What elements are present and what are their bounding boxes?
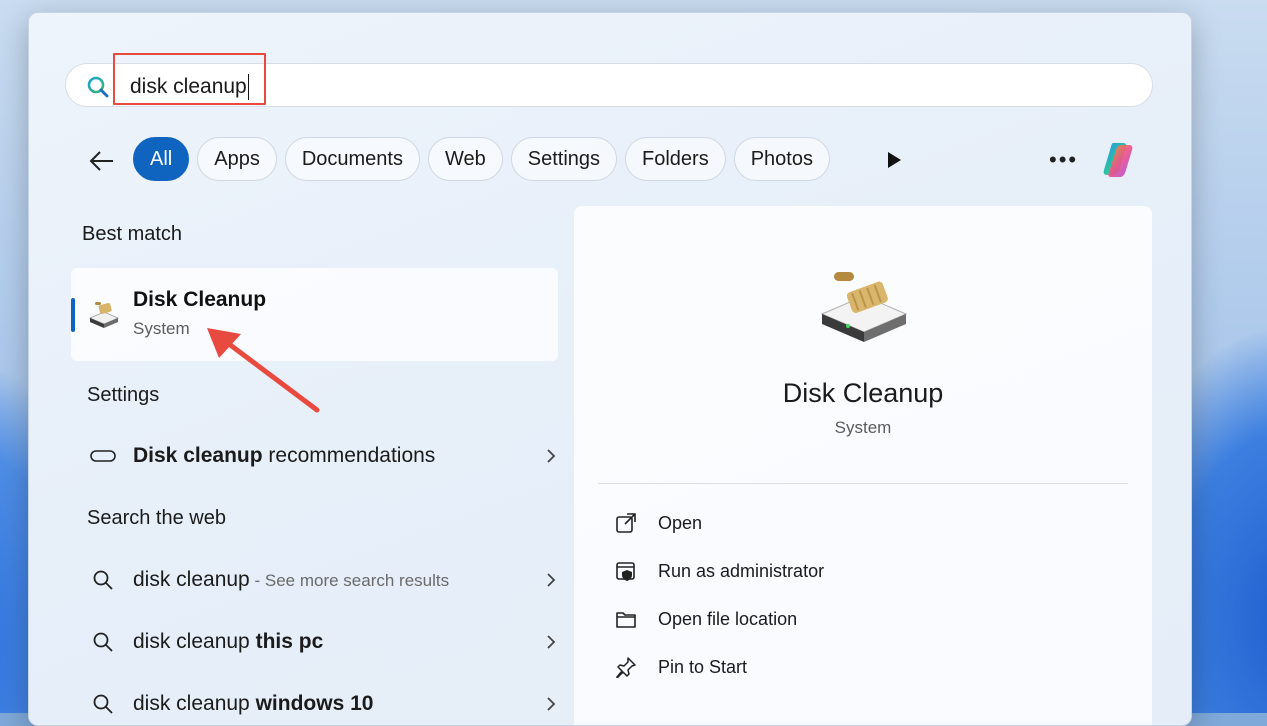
best-match-heading: Best match [82,223,183,245]
scroll-right-icon[interactable] [884,149,904,171]
chevron-right-icon [547,697,556,711]
action-label: Run as administrator [658,560,825,581]
search-panel: disk cleanup All Apps Documents Web Sett… [28,12,1192,726]
shield-window-icon [614,559,638,583]
web-result-label: disk cleanup this pc [133,630,324,653]
chip-folders[interactable]: Folders [625,137,726,181]
highlight-box-annotation [113,53,266,105]
chip-documents[interactable]: Documents [284,137,420,181]
storage-drive-icon [89,442,117,470]
chip-settings[interactable]: Settings [510,137,618,181]
chevron-right-icon [547,635,556,649]
action-label: Open file location [658,608,798,629]
search-web-heading: Search the web [87,507,226,529]
folder-icon [614,607,638,631]
web-result-item[interactable]: disk cleanup - See more search results [89,560,559,600]
more-options-icon[interactable]: ••• [1049,147,1078,173]
web-result-item[interactable]: disk cleanup this pc [89,622,559,662]
preview-title: Disk Cleanup [782,378,944,408]
settings-item-label: Disk cleanup recommendations [133,444,436,467]
back-arrow-icon[interactable] [87,146,117,176]
preview-subtitle: System [834,418,892,437]
web-result-label: disk cleanup - See more search results [133,568,450,591]
preview-pane: Disk Cleanup System Open Run as administ… [574,206,1152,725]
settings-heading: Settings [87,384,160,406]
red-arrow-annotation [207,328,320,413]
search-icon [87,76,109,98]
chip-web[interactable]: Web [427,137,503,181]
web-result-item[interactable]: disk cleanup windows 10 [89,684,559,724]
search-icon [89,628,117,656]
filter-chips: All Apps Documents Web Settings Folders … [133,137,830,183]
action-pin-to-start[interactable]: Pin to Start [614,651,747,683]
search-icon [89,690,117,718]
selection-indicator [71,298,75,332]
chip-photos[interactable]: Photos [733,137,830,181]
web-result-label: disk cleanup windows 10 [133,692,374,715]
chip-all[interactable]: All [133,137,190,181]
best-match-subtitle: System [133,319,190,338]
disk-cleanup-large-icon [820,272,908,342]
copilot-icon[interactable] [1099,137,1145,183]
action-label: Pin to Start [658,656,748,677]
open-external-icon [614,511,638,535]
action-open[interactable]: Open [614,507,702,539]
pin-icon [614,655,638,679]
best-match-title: Disk Cleanup [133,288,267,311]
chevron-right-icon [547,449,556,463]
chevron-right-icon [547,573,556,587]
action-run-as-administrator[interactable]: Run as administrator [614,555,824,587]
preview-divider [598,483,1128,484]
action-label: Open [658,512,703,533]
settings-item-disk-cleanup-recommendations[interactable]: Disk cleanup recommendations [89,436,559,476]
disk-cleanup-icon [88,302,120,328]
search-icon [89,566,117,594]
action-open-file-location[interactable]: Open file location [614,603,797,635]
chip-apps[interactable]: Apps [197,137,277,181]
